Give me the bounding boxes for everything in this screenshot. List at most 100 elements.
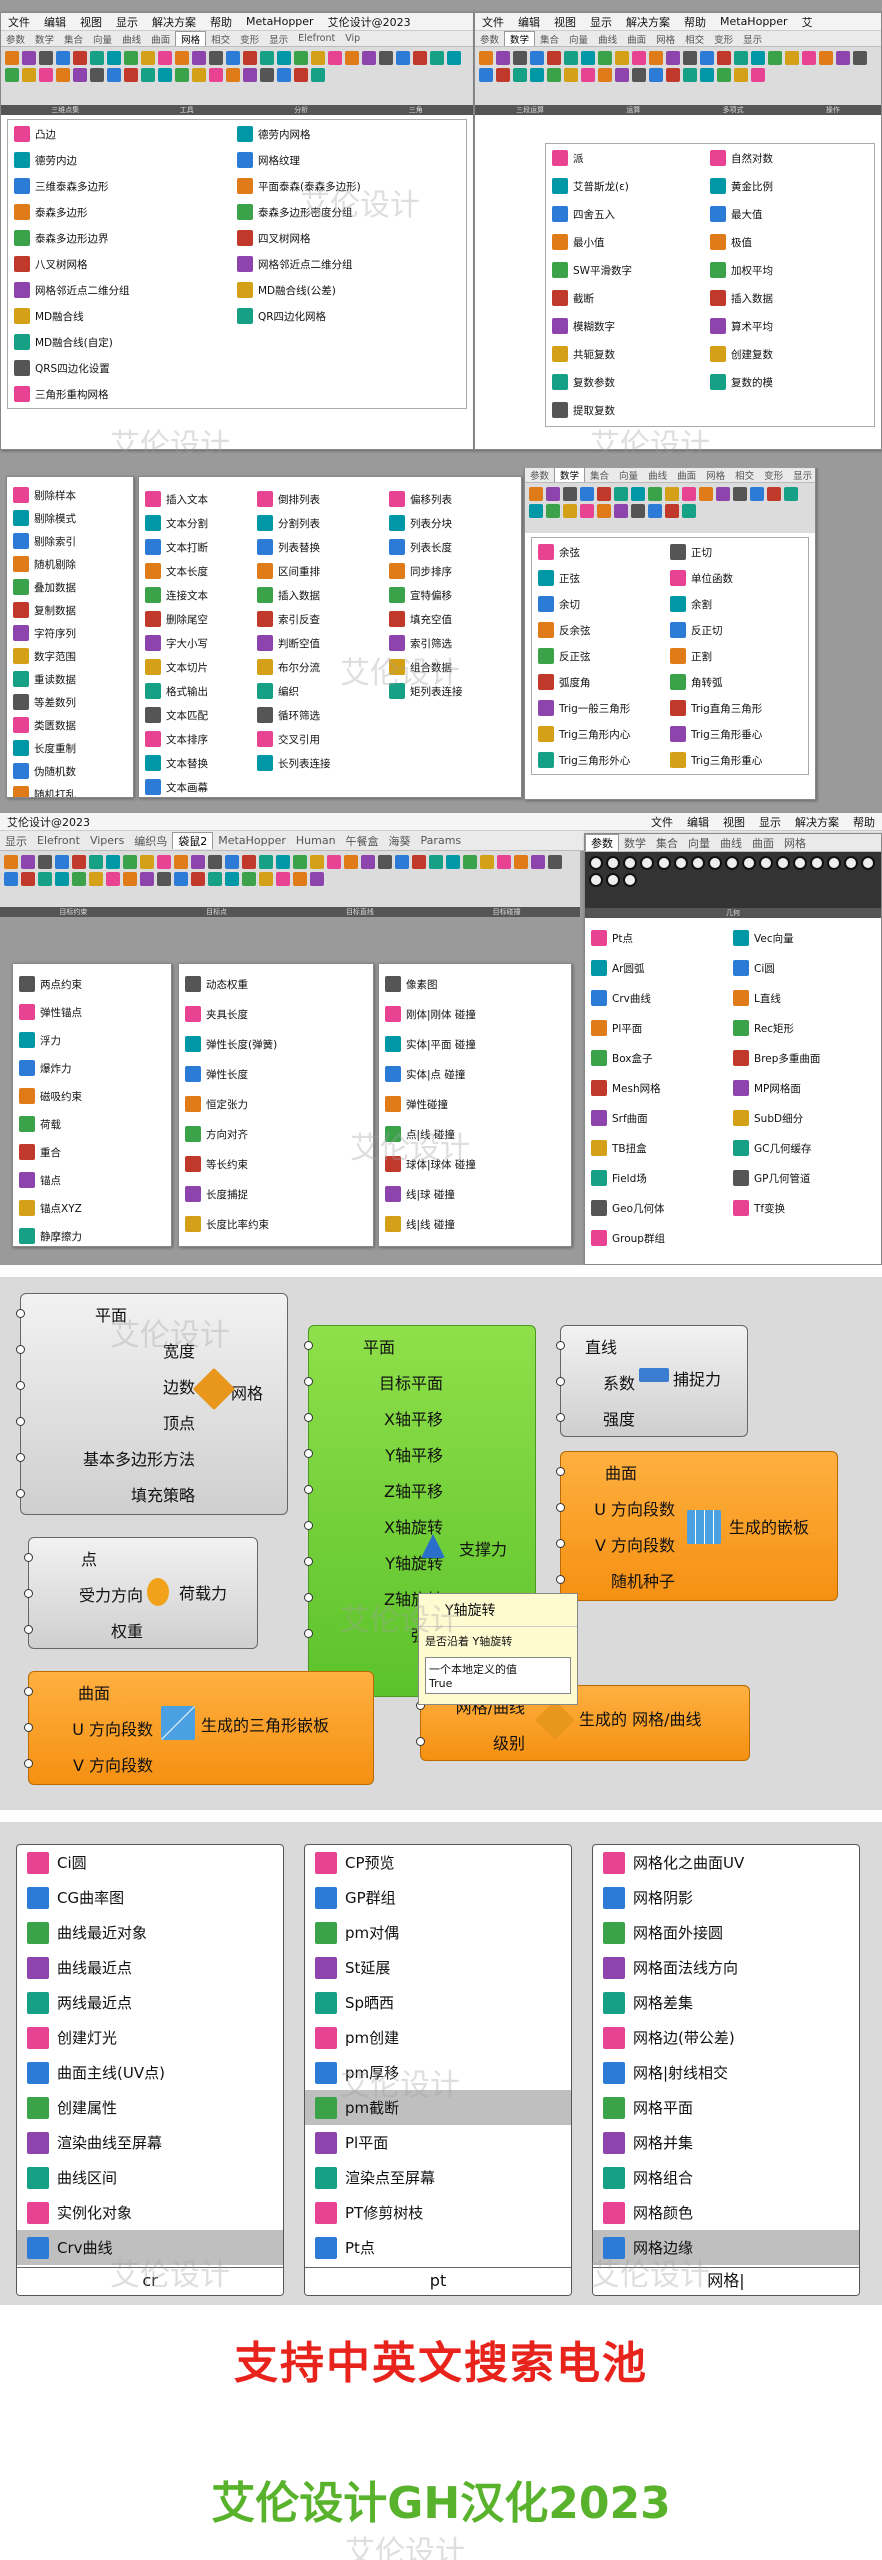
list-item[interactable]: 弹性长度 <box>185 1062 367 1086</box>
list-item[interactable]: Ci圆 <box>733 956 875 980</box>
list-item[interactable]: 重读数据 <box>13 667 127 691</box>
list-item[interactable]: 反正弦 <box>538 644 670 668</box>
list-item[interactable]: 矩列表连接 <box>389 679 507 703</box>
ribbon-tool-icon[interactable] <box>597 487 611 501</box>
input-port[interactable]: V 方向段数 <box>556 1526 681 1562</box>
ribbon-tool-icon[interactable] <box>38 872 52 886</box>
list-item[interactable]: 文本匹配 <box>145 703 245 727</box>
ribbon-tool-icon[interactable] <box>22 51 36 65</box>
tab[interactable]: 网格 <box>175 31 207 46</box>
tab[interactable]: 集合 <box>59 32 88 46</box>
ribbon-tool-icon[interactable] <box>107 51 121 65</box>
ribbon-tool-icon[interactable] <box>725 856 739 870</box>
tab[interactable]: 向量 <box>88 32 117 46</box>
ribbon-tool-icon[interactable] <box>311 68 325 82</box>
ribbon-tool-icon[interactable] <box>580 504 594 518</box>
ribbon-tool-icon[interactable] <box>72 872 86 886</box>
input-port[interactable]: Z轴平移 <box>304 1472 449 1508</box>
menu-item[interactable]: 帮助 <box>846 814 882 830</box>
input-port[interactable]: 目标平面 <box>304 1364 449 1400</box>
tab[interactable]: 集合 <box>585 468 614 482</box>
ribbon-tool-icon[interactable] <box>767 487 781 501</box>
ribbon-tool-icon[interactable] <box>683 51 697 65</box>
ribbon-tool-icon[interactable] <box>700 68 714 82</box>
ribbon-tool-icon[interactable] <box>208 855 222 869</box>
ribbon-tool-icon[interactable] <box>191 855 205 869</box>
list-item[interactable]: 插入数据 <box>257 583 377 607</box>
ribbon-tool-icon[interactable] <box>529 504 543 518</box>
tab[interactable]: 曲线 <box>117 32 146 46</box>
input-port[interactable]: U 方向段数 <box>556 1490 681 1526</box>
menu-item[interactable]: 编辑 <box>511 14 547 30</box>
menu-item[interactable]: 文件 <box>644 814 680 830</box>
tab[interactable]: 网格 <box>779 835 811 851</box>
input-port[interactable]: 顶点 <box>16 1404 201 1440</box>
ribbon-tool-icon[interactable] <box>89 855 103 869</box>
port-dot[interactable] <box>16 1309 25 1318</box>
list-item[interactable]: 随机剔除 <box>13 552 127 576</box>
port-dot[interactable] <box>304 1341 313 1350</box>
list-item[interactable]: 类匮数据 <box>13 713 127 737</box>
ribbon-tool-icon[interactable] <box>598 68 612 82</box>
menu-item[interactable]: 文件 <box>475 14 511 30</box>
menu-item[interactable]: 显示 <box>583 14 619 30</box>
ribbon-tool-icon[interactable] <box>21 855 35 869</box>
ribbon-tool-icon[interactable] <box>614 504 628 518</box>
search-input[interactable]: pt <box>305 2267 571 2295</box>
list-item[interactable]: 三角形重构网格 <box>14 382 237 406</box>
list-item[interactable]: 判断空值 <box>257 631 377 655</box>
list-item[interactable]: 静摩擦力 <box>19 1224 165 1246</box>
list-item[interactable]: Crv曲线 <box>591 986 733 1010</box>
ribbon-tool-icon[interactable] <box>225 872 239 886</box>
list-item[interactable]: 等长约束 <box>185 1152 367 1176</box>
ribbon-tool-icon[interactable] <box>225 855 239 869</box>
input-port[interactable]: X轴旋转 <box>304 1508 449 1544</box>
list-item[interactable]: Field场 <box>591 1166 733 1190</box>
ribbon-tool-icon[interactable] <box>90 68 104 82</box>
input-port[interactable]: 受力方向 <box>24 1576 149 1612</box>
list-item[interactable]: 连接文本 <box>145 583 245 607</box>
list-item[interactable]: 八叉树网格 <box>14 252 237 276</box>
ribbon-tool-icon[interactable] <box>429 855 443 869</box>
list-item[interactable]: SubD细分 <box>733 1106 875 1130</box>
search-result[interactable]: 网格组合 <box>593 2160 859 2195</box>
list-item[interactable]: 索引反查 <box>257 607 377 631</box>
ribbon-tool-icon[interactable] <box>734 51 748 65</box>
list-item[interactable]: 复数参数 <box>552 370 710 394</box>
port-dot[interactable] <box>24 1553 33 1562</box>
list-item[interactable]: Vec向量 <box>733 926 875 950</box>
ribbon-tool-icon[interactable] <box>260 68 274 82</box>
ribbon-tool-icon[interactable] <box>708 856 722 870</box>
ribbon-tool-icon[interactable] <box>259 872 273 886</box>
port-dot[interactable] <box>24 1723 33 1732</box>
menu-item[interactable]: 艾 <box>795 14 820 30</box>
list-item[interactable]: 荷载 <box>19 1112 165 1136</box>
ribbon-tool-icon[interactable] <box>158 68 172 82</box>
ribbon-tool-icon[interactable] <box>606 873 620 887</box>
list-item[interactable]: 爆炸力 <box>19 1056 165 1080</box>
list-item[interactable]: 剔除样本 <box>13 483 127 507</box>
menu-item[interactable]: 显示 <box>109 14 145 30</box>
menu-item[interactable]: 视图 <box>547 14 583 30</box>
tab[interactable]: 数学 <box>619 835 651 851</box>
list-item[interactable]: 余切 <box>538 592 670 616</box>
search-input[interactable]: 网格| <box>593 2267 859 2295</box>
tab[interactable]: MetaHopper <box>213 834 291 847</box>
ribbon-tool-icon[interactable] <box>581 51 595 65</box>
list-item[interactable]: 加权平均 <box>710 258 868 282</box>
list-item[interactable]: Tf变换 <box>733 1196 875 1220</box>
list-item[interactable]: 文本画幕 <box>145 775 245 797</box>
search-result[interactable]: 曲线最近点 <box>17 1950 283 1985</box>
ribbon-tool-icon[interactable] <box>276 872 290 886</box>
search-result[interactable]: 网格并集 <box>593 2125 859 2160</box>
tab[interactable]: Elefront <box>293 33 340 44</box>
list-item[interactable]: 泰森多边形 <box>14 200 237 224</box>
ribbon-tool-icon[interactable] <box>666 68 680 82</box>
ribbon-tool-icon[interactable] <box>38 855 52 869</box>
list-item[interactable]: 模糊数字 <box>552 314 710 338</box>
search-result[interactable]: pm厚移 <box>305 2055 571 2090</box>
search-result[interactable]: 实例化对象 <box>17 2195 283 2230</box>
ribbon-tool-icon[interactable] <box>123 872 137 886</box>
menu-item[interactable]: 显示 <box>752 814 788 830</box>
input-port[interactable]: 边数 <box>16 1368 201 1404</box>
